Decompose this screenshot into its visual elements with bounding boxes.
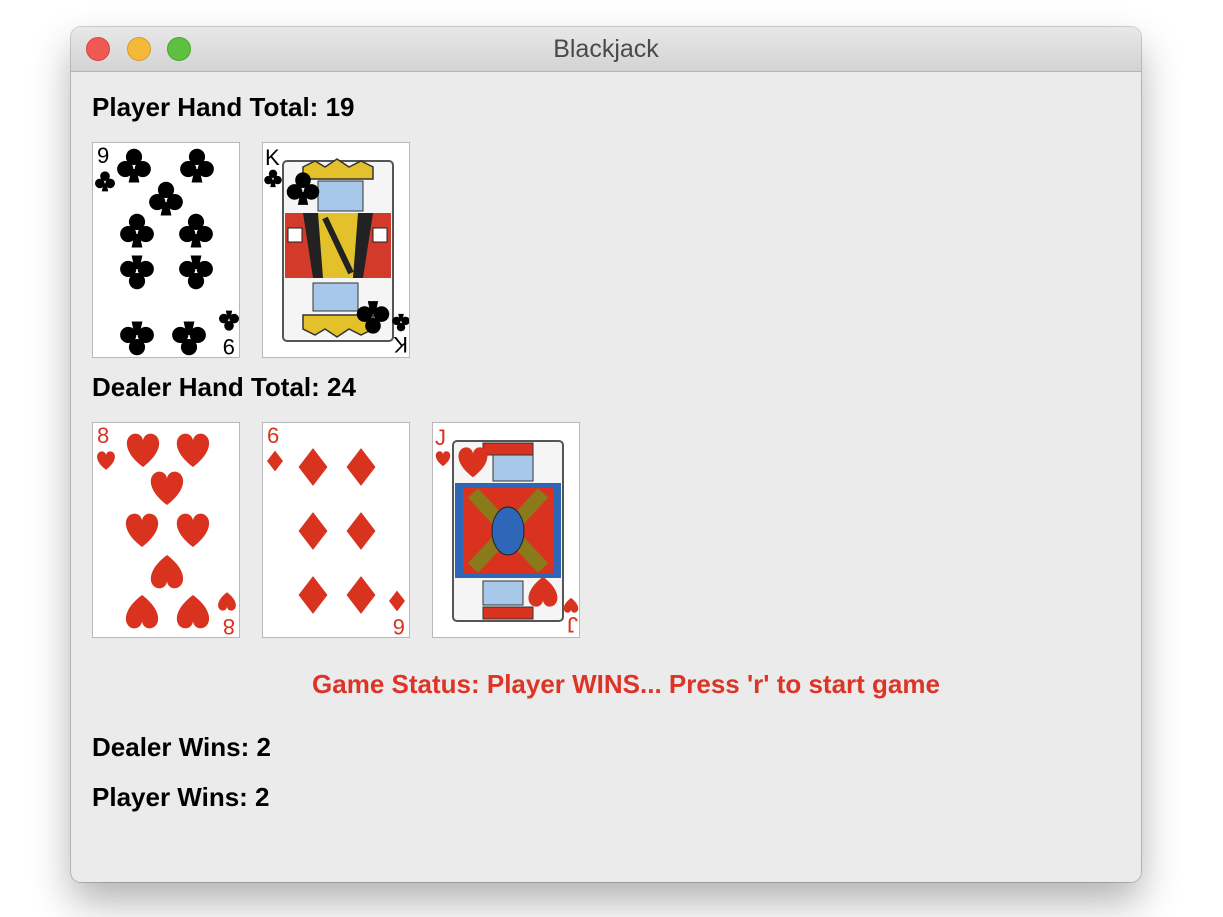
card-corner-rank: 9 <box>97 143 109 168</box>
player-card-9-of-clubs: 9 9 <box>92 142 240 358</box>
dealer-card-6-of-diamonds: 6 6 <box>262 422 410 638</box>
dealer-card-8-of-hearts: 8 8 <box>92 422 240 638</box>
svg-text:J: J <box>567 612 578 637</box>
svg-text:6: 6 <box>267 423 279 448</box>
dealer-wins-count: Dealer Wins: 2 <box>92 732 271 762</box>
game-status: Game Status: Player WINS... Press 'r' to… <box>312 669 940 699</box>
title-bar: Blackjack <box>71 27 1141 72</box>
window-title: Blackjack <box>553 35 659 63</box>
dealer-hand-total: Dealer Hand Total: 24 <box>92 372 356 402</box>
svg-text:K: K <box>265 145 280 170</box>
player-wins-count: Player Wins: 2 <box>92 782 270 812</box>
svg-text:8: 8 <box>223 614 235 638</box>
svg-text:J: J <box>435 425 446 450</box>
dealer-card-jack-of-hearts: J J <box>432 422 580 638</box>
card-corner-rank-inverted: 9 <box>223 334 235 358</box>
player-card-king-of-clubs: K K <box>262 142 410 358</box>
svg-text:K: K <box>393 332 408 357</box>
player-hand-total: Player Hand Total: 19 <box>92 92 355 122</box>
svg-text:8: 8 <box>97 423 109 448</box>
svg-text:6: 6 <box>393 614 405 638</box>
game-window: Blackjack Player Hand Total: 19 9 9 K K … <box>71 27 1141 882</box>
